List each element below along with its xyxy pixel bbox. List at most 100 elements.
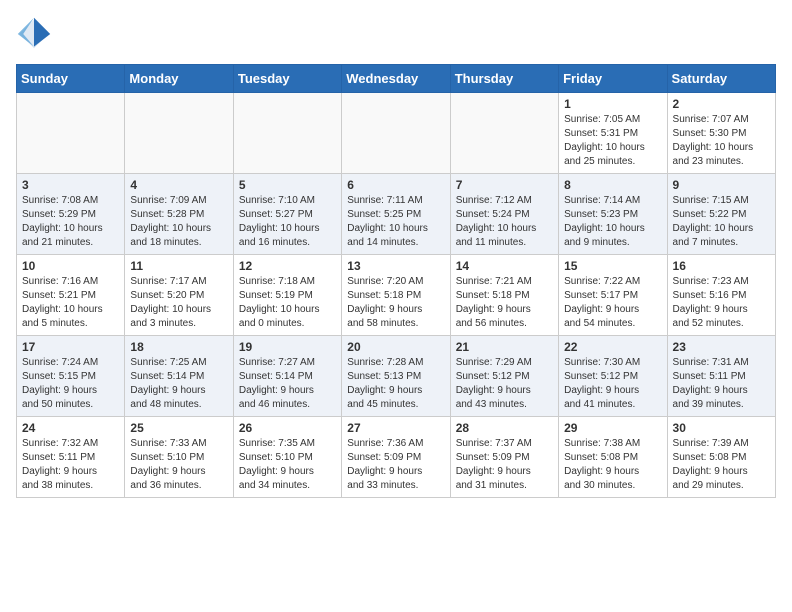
day-cell: 12 Sunrise: 7:18 AM Sunset: 5:19 PM Dayli… [233,255,341,336]
page: SundayMondayTuesdayWednesdayThursdayFrid… [0,0,792,514]
day-number: 23 [673,340,770,354]
day-info: Sunrise: 7:07 AM Sunset: 5:30 PM Dayligh… [673,113,770,169]
day-info: Sunrise: 7:24 AM Sunset: 5:15 PM Dayligh… [22,356,119,412]
day-cell: 19 Sunrise: 7:27 AM Sunset: 5:14 PM Dayli… [233,336,341,417]
day-number: 6 [347,178,444,192]
day-cell: 6 Sunrise: 7:11 AM Sunset: 5:25 PM Daylig… [342,174,450,255]
day-cell [450,93,558,174]
day-number: 20 [347,340,444,354]
day-cell: 3 Sunrise: 7:08 AM Sunset: 5:29 PM Daylig… [17,174,125,255]
day-number: 13 [347,259,444,273]
day-number: 10 [22,259,119,273]
weekday-header-tuesday: Tuesday [233,65,341,93]
day-cell: 9 Sunrise: 7:15 AM Sunset: 5:22 PM Daylig… [667,174,775,255]
day-number: 2 [673,97,770,111]
day-cell [342,93,450,174]
day-cell: 18 Sunrise: 7:25 AM Sunset: 5:14 PM Dayli… [125,336,233,417]
day-number: 27 [347,421,444,435]
calendar: SundayMondayTuesdayWednesdayThursdayFrid… [16,64,776,498]
day-number: 29 [564,421,661,435]
day-info: Sunrise: 7:36 AM Sunset: 5:09 PM Dayligh… [347,437,444,493]
day-info: Sunrise: 7:12 AM Sunset: 5:24 PM Dayligh… [456,194,553,250]
day-number: 28 [456,421,553,435]
day-number: 12 [239,259,336,273]
weekday-header-sunday: Sunday [17,65,125,93]
day-info: Sunrise: 7:16 AM Sunset: 5:21 PM Dayligh… [22,275,119,331]
day-number: 16 [673,259,770,273]
day-number: 15 [564,259,661,273]
day-number: 3 [22,178,119,192]
day-cell: 28Sunrise: 7:37 AM Sunset: 5:09 PM Dayli… [450,417,558,498]
week-row-5: 24 Sunrise: 7:32 AM Sunset: 5:11 PM Dayli… [17,417,776,498]
day-info: Sunrise: 7:08 AM Sunset: 5:29 PM Dayligh… [22,194,119,250]
day-number: 17 [22,340,119,354]
day-info: Sunrise: 7:21 AM Sunset: 5:18 PM Dayligh… [456,275,553,331]
week-row-2: 3 Sunrise: 7:08 AM Sunset: 5:29 PM Daylig… [17,174,776,255]
day-info: Sunrise: 7:39 AM Sunset: 5:08 PM Dayligh… [673,437,770,493]
day-info: Sunrise: 7:25 AM Sunset: 5:14 PM Dayligh… [130,356,227,412]
day-number: 25 [130,421,227,435]
day-info: Sunrise: 7:11 AM Sunset: 5:25 PM Dayligh… [347,194,444,250]
day-number: 18 [130,340,227,354]
day-cell: 11 Sunrise: 7:17 AM Sunset: 5:20 PM Dayli… [125,255,233,336]
day-info: Sunrise: 7:32 AM Sunset: 5:11 PM Dayligh… [22,437,119,493]
day-cell: 16 Sunrise: 7:23 AM Sunset: 5:16 PM Dayli… [667,255,775,336]
day-number: 21 [456,340,553,354]
day-info: Sunrise: 7:17 AM Sunset: 5:20 PM Dayligh… [130,275,227,331]
day-cell: 7 Sunrise: 7:12 AM Sunset: 5:24 PM Daylig… [450,174,558,255]
weekday-header-monday: Monday [125,65,233,93]
day-cell: 26Sunrise: 7:35 AM Sunset: 5:10 PM Dayli… [233,417,341,498]
day-cell [125,93,233,174]
header [16,16,776,52]
day-info: Sunrise: 7:38 AM Sunset: 5:08 PM Dayligh… [564,437,661,493]
day-cell: 1Sunrise: 7:05 AM Sunset: 5:31 PM Daylig… [559,93,667,174]
weekday-header-saturday: Saturday [667,65,775,93]
day-cell: 22 Sunrise: 7:30 AM Sunset: 5:12 PM Dayli… [559,336,667,417]
day-info: Sunrise: 7:09 AM Sunset: 5:28 PM Dayligh… [130,194,227,250]
day-info: Sunrise: 7:05 AM Sunset: 5:31 PM Dayligh… [564,113,661,169]
day-number: 24 [22,421,119,435]
day-cell: 14 Sunrise: 7:21 AM Sunset: 5:18 PM Dayli… [450,255,558,336]
day-info: Sunrise: 7:15 AM Sunset: 5:22 PM Dayligh… [673,194,770,250]
day-cell: 29 Sunrise: 7:38 AM Sunset: 5:08 PM Dayli… [559,417,667,498]
day-cell: 20 Sunrise: 7:28 AM Sunset: 5:13 PM Dayli… [342,336,450,417]
day-number: 14 [456,259,553,273]
weekday-header-row: SundayMondayTuesdayWednesdayThursdayFrid… [17,65,776,93]
day-cell: 4Sunrise: 7:09 AM Sunset: 5:28 PM Daylig… [125,174,233,255]
day-info: Sunrise: 7:14 AM Sunset: 5:23 PM Dayligh… [564,194,661,250]
day-info: Sunrise: 7:33 AM Sunset: 5:10 PM Dayligh… [130,437,227,493]
weekday-header-friday: Friday [559,65,667,93]
day-number: 22 [564,340,661,354]
day-cell: 23 Sunrise: 7:31 AM Sunset: 5:11 PM Dayli… [667,336,775,417]
logo-icon [16,16,52,52]
day-cell: 27 Sunrise: 7:36 AM Sunset: 5:09 PM Dayli… [342,417,450,498]
day-cell: 17 Sunrise: 7:24 AM Sunset: 5:15 PM Dayli… [17,336,125,417]
day-info: Sunrise: 7:23 AM Sunset: 5:16 PM Dayligh… [673,275,770,331]
day-cell: 25 Sunrise: 7:33 AM Sunset: 5:10 PM Dayli… [125,417,233,498]
day-cell [17,93,125,174]
weekday-header-thursday: Thursday [450,65,558,93]
day-info: Sunrise: 7:22 AM Sunset: 5:17 PM Dayligh… [564,275,661,331]
day-info: Sunrise: 7:31 AM Sunset: 5:11 PM Dayligh… [673,356,770,412]
day-number: 11 [130,259,227,273]
day-cell [233,93,341,174]
day-cell: 8 Sunrise: 7:14 AM Sunset: 5:23 PM Daylig… [559,174,667,255]
day-cell: 5Sunrise: 7:10 AM Sunset: 5:27 PM Daylig… [233,174,341,255]
day-info: Sunrise: 7:18 AM Sunset: 5:19 PM Dayligh… [239,275,336,331]
day-cell: 13 Sunrise: 7:20 AM Sunset: 5:18 PM Dayli… [342,255,450,336]
day-info: Sunrise: 7:10 AM Sunset: 5:27 PM Dayligh… [239,194,336,250]
day-info: Sunrise: 7:28 AM Sunset: 5:13 PM Dayligh… [347,356,444,412]
logo [16,16,56,52]
day-cell: 2 Sunrise: 7:07 AM Sunset: 5:30 PM Daylig… [667,93,775,174]
day-number: 19 [239,340,336,354]
weekday-header-wednesday: Wednesday [342,65,450,93]
day-info: Sunrise: 7:30 AM Sunset: 5:12 PM Dayligh… [564,356,661,412]
day-number: 7 [456,178,553,192]
day-info: Sunrise: 7:20 AM Sunset: 5:18 PM Dayligh… [347,275,444,331]
day-cell: 30Sunrise: 7:39 AM Sunset: 5:08 PM Dayli… [667,417,775,498]
day-number: 8 [564,178,661,192]
day-info: Sunrise: 7:29 AM Sunset: 5:12 PM Dayligh… [456,356,553,412]
day-number: 9 [673,178,770,192]
day-number: 26 [239,421,336,435]
day-info: Sunrise: 7:27 AM Sunset: 5:14 PM Dayligh… [239,356,336,412]
